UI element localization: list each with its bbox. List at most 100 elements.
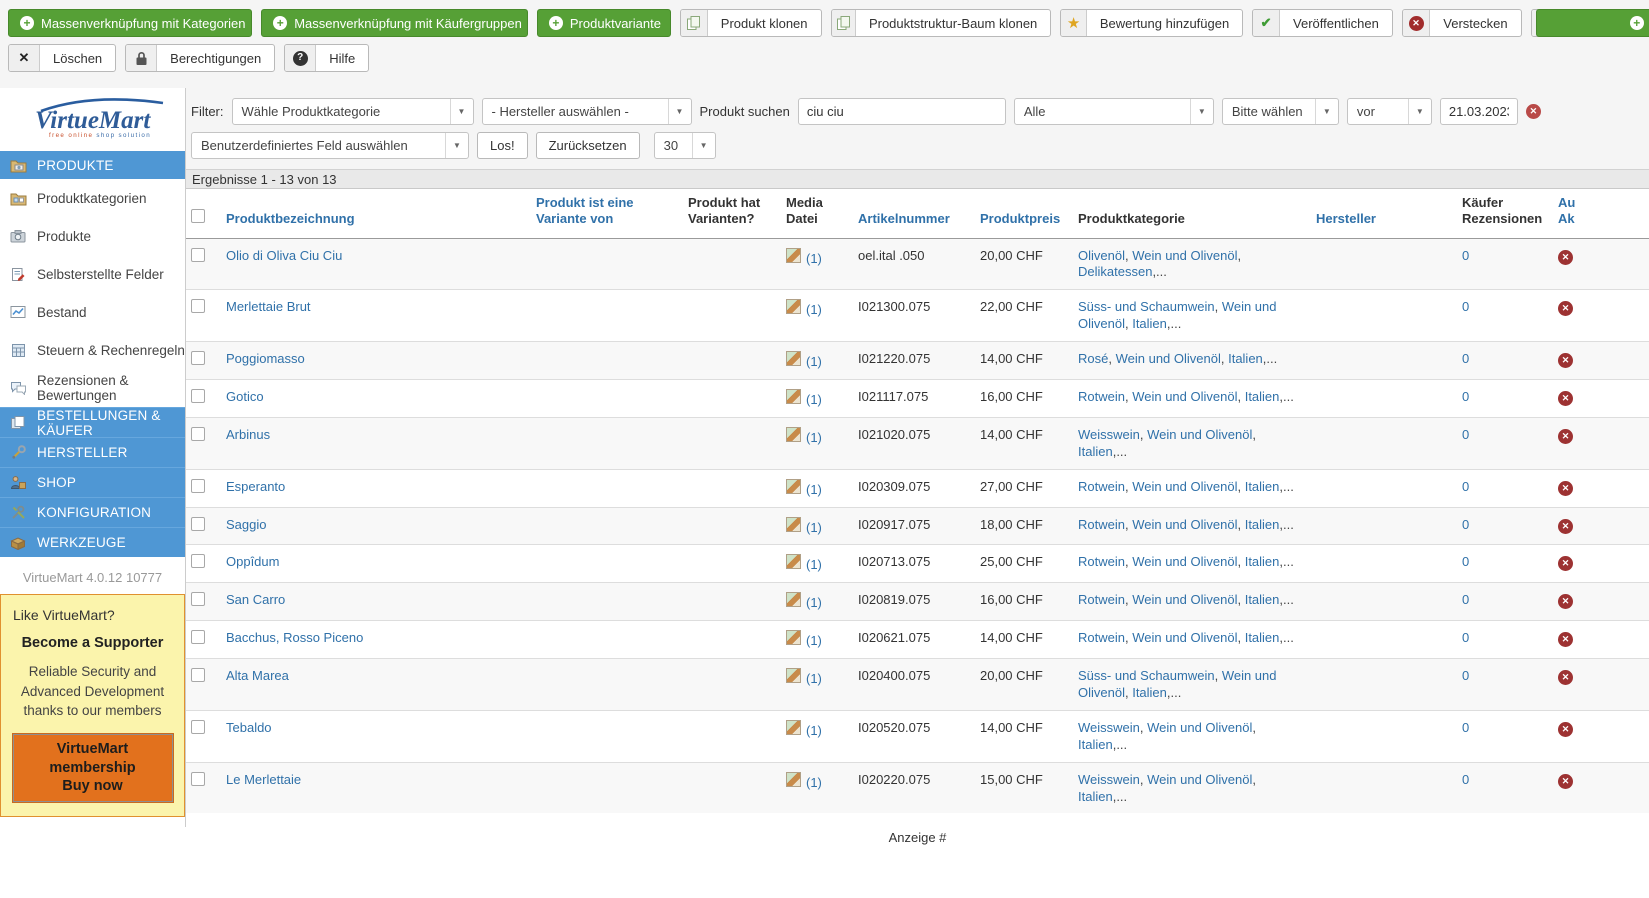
category-link[interactable]: Olivenöl bbox=[1078, 316, 1125, 331]
reviews-count-link[interactable]: 0 bbox=[1462, 592, 1469, 607]
header-manufacturer[interactable]: Hersteller bbox=[1316, 189, 1462, 238]
category-link[interactable]: Wein und Olivenöl bbox=[1132, 630, 1237, 645]
category-link[interactable]: Wein und Olivenöl bbox=[1147, 772, 1252, 787]
row-checkbox[interactable] bbox=[191, 630, 205, 644]
sidebar-item-bestand[interactable]: Bestand bbox=[0, 293, 185, 331]
sidebar-item-shop[interactable]: SHOP bbox=[0, 467, 185, 497]
category-link[interactable]: Italien bbox=[1228, 351, 1263, 366]
media-count-link[interactable]: (1) bbox=[806, 775, 822, 790]
category-link[interactable]: Wein und Olivenöl bbox=[1132, 389, 1237, 404]
reviews-count-link[interactable]: 0 bbox=[1462, 479, 1469, 494]
product-variant-button[interactable]: +Produktvariante bbox=[537, 9, 671, 37]
category-link[interactable]: Italien bbox=[1078, 737, 1113, 752]
category-link[interactable]: Wein und Olivenöl bbox=[1132, 554, 1237, 569]
category-link[interactable]: Wein und Olivenöl bbox=[1132, 517, 1237, 532]
product-search-input[interactable] bbox=[798, 98, 1006, 125]
category-link[interactable]: Italien bbox=[1245, 479, 1280, 494]
sidebar-item-werkzeuge[interactable]: WERKZEUGE bbox=[0, 527, 185, 557]
sidebar-item-selbsterstellte-felder[interactable]: Selbsterstellte Felder bbox=[0, 255, 185, 293]
category-link[interactable]: Süss- und Schaumwein bbox=[1078, 668, 1215, 683]
media-count-link[interactable]: (1) bbox=[806, 430, 822, 445]
choose-filter-select[interactable]: Bitte wählen ▼ bbox=[1222, 98, 1339, 125]
bulk-link-shoppergroups-button[interactable]: +Massenverknüpfung mit Käufergruppen bbox=[261, 9, 528, 37]
row-checkbox[interactable] bbox=[191, 772, 205, 786]
row-checkbox[interactable] bbox=[191, 389, 205, 403]
sidebar-item-produkte[interactable]: Produkte bbox=[0, 217, 185, 255]
reviews-count-link[interactable]: 0 bbox=[1462, 630, 1469, 645]
reviews-count-link[interactable]: 0 bbox=[1462, 772, 1469, 787]
category-link[interactable]: Wein und Olivenöl bbox=[1132, 248, 1237, 263]
product-name-link[interactable]: Alta Marea bbox=[226, 668, 289, 683]
category-link[interactable]: Rotwein bbox=[1078, 592, 1125, 607]
category-filter-select[interactable]: Wähle Produktkategorie ▼ bbox=[232, 98, 474, 125]
product-name-link[interactable]: Merlettaie Brut bbox=[226, 299, 311, 314]
header-variant-of[interactable]: Produkt ist eine Variante von bbox=[536, 189, 688, 238]
sidebar-item-bestellungen-käufer[interactable]: BESTELLUNGEN & KÄUFER bbox=[0, 407, 185, 437]
row-checkbox[interactable] bbox=[191, 592, 205, 606]
unpublished-status-icon[interactable]: ✕ bbox=[1558, 670, 1573, 685]
product-name-link[interactable]: San Carro bbox=[226, 592, 285, 607]
reviews-count-link[interactable]: 0 bbox=[1462, 668, 1469, 683]
category-link[interactable]: Weisswein bbox=[1078, 427, 1140, 442]
category-link[interactable]: Rotwein bbox=[1078, 389, 1125, 404]
unpublished-status-icon[interactable]: ✕ bbox=[1558, 519, 1573, 534]
media-count-link[interactable]: (1) bbox=[806, 557, 822, 572]
media-count-link[interactable]: (1) bbox=[806, 671, 822, 686]
unpublished-status-icon[interactable]: ✕ bbox=[1558, 250, 1573, 265]
reviews-count-link[interactable]: 0 bbox=[1462, 299, 1469, 314]
clone-product-tree-button[interactable]: Produktstruktur-Baum klonen bbox=[831, 9, 1052, 37]
media-count-link[interactable]: (1) bbox=[806, 633, 822, 648]
category-link[interactable]: Rotwein bbox=[1078, 517, 1125, 532]
category-link[interactable]: Wein und Olivenöl bbox=[1147, 427, 1252, 442]
media-count-link[interactable]: (1) bbox=[806, 392, 822, 407]
per-page-select[interactable]: 30 ▼ bbox=[654, 132, 716, 159]
row-checkbox[interactable] bbox=[191, 720, 205, 734]
row-checkbox[interactable] bbox=[191, 351, 205, 365]
unpublished-status-icon[interactable]: ✕ bbox=[1558, 391, 1573, 406]
unpublished-status-icon[interactable]: ✕ bbox=[1558, 556, 1573, 571]
product-name-link[interactable]: Tebaldo bbox=[226, 720, 272, 735]
header-sku[interactable]: Artikelnummer bbox=[858, 189, 980, 238]
unpublished-status-icon[interactable]: ✕ bbox=[1558, 722, 1573, 737]
media-count-link[interactable]: (1) bbox=[806, 595, 822, 610]
category-link[interactable]: Italien bbox=[1132, 685, 1167, 700]
manufacturer-filter-select[interactable]: - Hersteller auswählen - ▼ bbox=[482, 98, 692, 125]
category-link[interactable]: Wein und Olivenöl bbox=[1147, 720, 1252, 735]
product-name-link[interactable]: Poggiomasso bbox=[226, 351, 305, 366]
product-name-link[interactable]: Arbinus bbox=[226, 427, 270, 442]
media-count-link[interactable]: (1) bbox=[806, 482, 822, 497]
delete-button[interactable]: ✕Löschen bbox=[8, 44, 116, 72]
permissions-button[interactable]: Berechtigungen bbox=[125, 44, 275, 72]
add-rating-button[interactable]: ★Bewertung hinzufügen bbox=[1060, 9, 1243, 37]
custom-field-select[interactable]: Benutzerdefiniertes Feld auswählen ▼ bbox=[191, 132, 469, 159]
reviews-count-link[interactable]: 0 bbox=[1462, 554, 1469, 569]
media-count-link[interactable]: (1) bbox=[806, 520, 822, 535]
category-link[interactable]: Wein und bbox=[1222, 299, 1277, 314]
category-link[interactable]: Rotwein bbox=[1078, 554, 1125, 569]
category-link[interactable]: Wein und Olivenöl bbox=[1132, 479, 1237, 494]
select-all-checkbox[interactable] bbox=[191, 209, 205, 223]
new-product-button[interactable]: +N bbox=[1536, 9, 1649, 37]
category-link[interactable]: Italien bbox=[1245, 517, 1280, 532]
unpublished-status-icon[interactable]: ✕ bbox=[1558, 774, 1573, 789]
product-name-link[interactable]: Saggio bbox=[226, 517, 266, 532]
unpublished-status-icon[interactable]: ✕ bbox=[1558, 594, 1573, 609]
unpublished-status-icon[interactable]: ✕ bbox=[1558, 429, 1573, 444]
publish-button[interactable]: ✔Veröffentlichen bbox=[1252, 9, 1393, 37]
category-link[interactable]: Rotwein bbox=[1078, 630, 1125, 645]
sidebar-item-konfiguration[interactable]: KONFIGURATION bbox=[0, 497, 185, 527]
category-link[interactable]: Olivenöl bbox=[1078, 685, 1125, 700]
clear-date-icon[interactable]: ✕ bbox=[1526, 104, 1541, 119]
date-mode-select[interactable]: vor ▼ bbox=[1347, 98, 1432, 125]
unpublished-status-icon[interactable]: ✕ bbox=[1558, 353, 1573, 368]
category-link[interactable]: Wein und bbox=[1222, 668, 1277, 683]
header-price[interactable]: Produktpreis bbox=[980, 189, 1078, 238]
sidebar-item-produkte[interactable]: PRODUKTE bbox=[0, 151, 185, 179]
media-count-link[interactable]: (1) bbox=[806, 251, 822, 266]
go-button[interactable]: Los! bbox=[477, 132, 528, 159]
row-checkbox[interactable] bbox=[191, 479, 205, 493]
category-link[interactable]: Rotwein bbox=[1078, 479, 1125, 494]
product-name-link[interactable]: Oppîdum bbox=[226, 554, 279, 569]
category-link[interactable]: Olivenöl bbox=[1078, 248, 1125, 263]
category-link[interactable]: Wein und Olivenöl bbox=[1132, 592, 1237, 607]
